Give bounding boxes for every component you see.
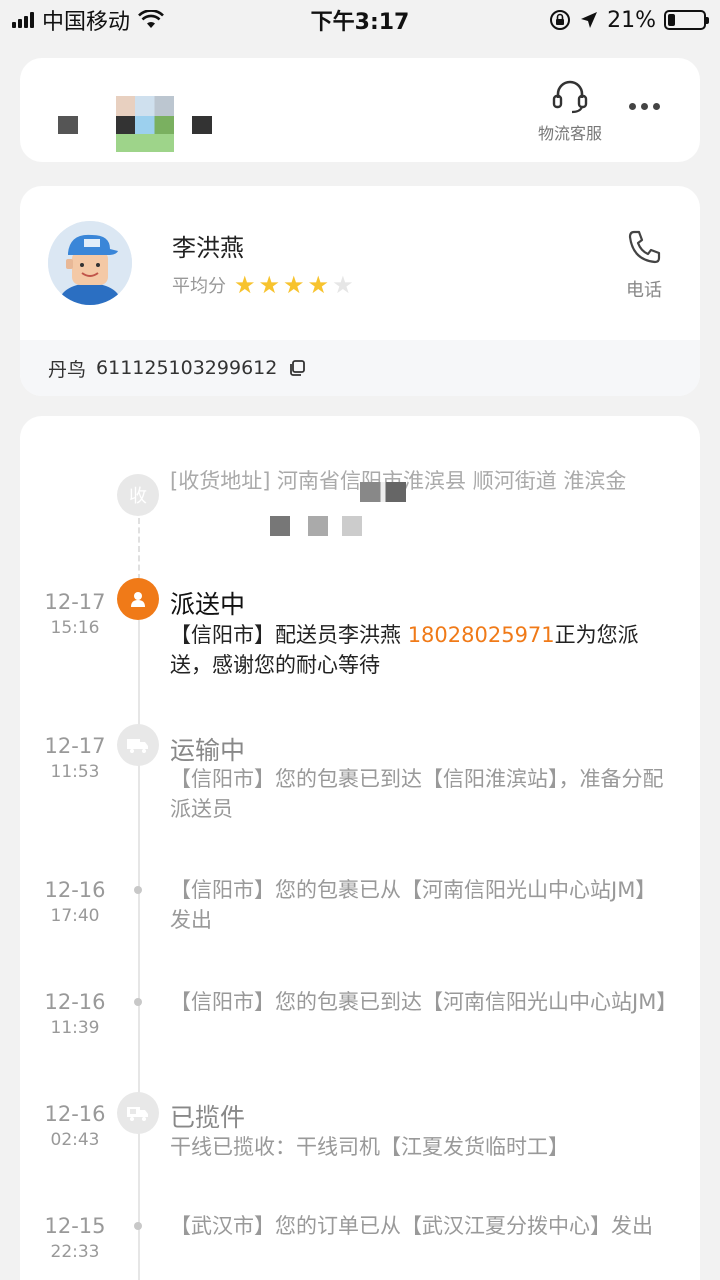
blurred-address-fragment (360, 482, 406, 502)
entry-text: 【信阳市】您的包裹已到达【信阳淮滨站】，准备分配派送员 (170, 767, 664, 821)
timeline-dot (134, 886, 142, 894)
entry-date: 12-16 11:39 (44, 990, 106, 1038)
entry-text: 【信阳市】您的包裹已从【河南信阳光山中心站JM】发出 (170, 878, 657, 932)
timeline-dashed-connector (138, 518, 140, 580)
order-header-card: 物流客服 (20, 58, 700, 162)
entry-text: 【信阳市】配送员李洪燕 18028025971正为您派送，感谢您的耐心等待 (170, 623, 639, 677)
more-dot-icon (628, 102, 636, 110)
star-filled-icon: ★ (307, 271, 330, 299)
star-empty-icon: ★ (332, 271, 354, 299)
receive-node-icon: 收 (117, 474, 159, 516)
battery-percent: 21% (607, 7, 656, 33)
rating-stars: ★ ★ ★ ★ ★ (234, 273, 354, 297)
more-options-button[interactable] (624, 96, 664, 116)
entry-text: 【信阳市】您的包裹已到达【河南信阳光山中心站JM】 (170, 990, 678, 1014)
truck-icon (117, 724, 159, 766)
call-courier-button[interactable]: 电话 (616, 228, 672, 302)
entry-status: 运输中 (170, 736, 246, 765)
entry-date: 12-16 02:43 (44, 1102, 106, 1150)
wifi-icon (138, 10, 164, 28)
courier-company: 丹鸟 (48, 358, 87, 381)
star-filled-icon: ★ (258, 271, 281, 299)
entry-date: 12-17 11:53 (44, 734, 106, 782)
carrier-label: 中国移动 (42, 10, 131, 35)
headset-icon (552, 80, 588, 114)
entry-status: 派送中 (170, 590, 246, 619)
signal-icon (12, 12, 34, 28)
courier-rating: 平均分 ★ ★ ★ ★ ★ (172, 272, 354, 298)
more-dot-icon (652, 102, 660, 110)
parcel-truck-icon (117, 1092, 159, 1134)
battery-icon (664, 10, 709, 30)
more-dot-icon (640, 102, 648, 110)
rotation-lock-icon (550, 10, 571, 30)
phone-label: 电话 (626, 280, 662, 301)
entry-date: 12-15 22:33 (44, 1214, 106, 1262)
star-filled-icon: ★ (283, 271, 305, 299)
star-filled-icon: ★ (234, 271, 256, 299)
entry-date: 12-16 17:40 (44, 878, 106, 926)
courier-card: 李洪燕 平均分 ★ ★ ★ ★ ★ 电话 丹鸟 611125103299612 (20, 186, 700, 396)
timeline-line (138, 620, 140, 1280)
timeline-dot (134, 998, 142, 1006)
blurred-address-detail (230, 512, 380, 540)
copy-icon[interactable] (287, 358, 307, 378)
entry-text: 干线已揽收：干线司机【江夏发货临时工】 (170, 1135, 569, 1159)
timeline-dot (134, 1222, 142, 1230)
phone-icon (628, 230, 661, 264)
logistics-service-button[interactable]: 物流客服 (520, 78, 620, 144)
courier-avatar (48, 221, 132, 305)
location-arrow-icon (581, 12, 598, 28)
courier-phone-link[interactable]: 18028025971 (408, 623, 555, 647)
courier-name: 李洪燕 (172, 234, 244, 262)
rating-label: 平均分 (172, 276, 226, 297)
courier-person-icon (117, 578, 159, 620)
entry-status: 已揽件 (170, 1103, 246, 1132)
blurred-shop-name (58, 86, 218, 156)
status-bar: 中国移动 下午3:17 21% (0, 0, 720, 40)
receiver-address: [收货地址] 河南省信阳市淮滨县 顺河街道 淮滨金 (170, 469, 627, 493)
clock: 下午3:17 (310, 10, 410, 35)
entry-date: 12-17 15:16 (44, 590, 106, 638)
tracking-bar: 丹鸟 611125103299612 (20, 340, 700, 396)
entry-text: 【武汉市】您的订单已从【武汉江夏分拨中心】发出 (170, 1214, 653, 1238)
service-label: 物流客服 (537, 124, 602, 143)
tracking-number: 611125103299612 (96, 357, 278, 379)
